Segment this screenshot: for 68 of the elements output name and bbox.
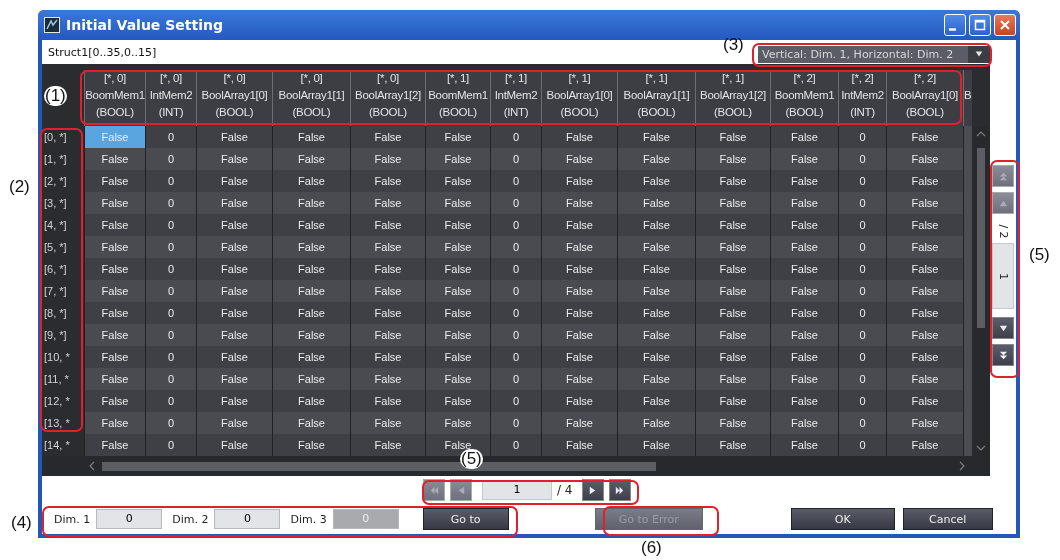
callout-number: (5)	[1028, 245, 1051, 265]
row-header: [1, *]	[42, 148, 84, 170]
row-header: [7, *]	[42, 280, 84, 302]
scroll-thumb[interactable]	[977, 148, 985, 328]
column-header: [*, 1] BoolArray1[0] (BOOL)	[541, 70, 617, 126]
maximize-icon	[974, 19, 986, 31]
row-header: [9, *]	[42, 324, 84, 346]
double-right-icon	[614, 484, 625, 496]
column-header: [*, 0] IntMem2 (INT)	[145, 70, 196, 126]
column-header: [*, 0] BoolArray1[1] (BOOL)	[272, 70, 350, 126]
input-field[interactable]: 0	[96, 509, 163, 529]
input-field[interactable]: 0	[214, 509, 281, 529]
column-header: [*, 1] BoolArray1[2] (BOOL)	[695, 70, 770, 126]
page-total: / 4	[557, 483, 573, 497]
row-header: [10, *	[42, 346, 84, 368]
last-page-button[interactable]	[992, 344, 1014, 366]
dropdown-arrow-icon	[974, 49, 984, 59]
minimize-button[interactable]	[944, 14, 966, 36]
column-header: [*, 2] IntMem2 (INT)	[838, 70, 886, 126]
column-header: [*, 1] BoolArray1[1] (BOOL)	[617, 70, 695, 126]
last-page-button[interactable]	[608, 479, 631, 501]
row-header: [5, *]	[42, 236, 84, 258]
column-header: [*, 1] BoomMem1 (BOOL)	[425, 70, 490, 126]
field-label: Dim. 2	[172, 512, 209, 526]
column-header: [*, 0] BoolArray1[0] (BOOL)	[196, 70, 272, 126]
callout-number: (2)	[8, 177, 31, 197]
cancel-button[interactable]: Cancel	[902, 508, 993, 530]
row-header: [2, *]	[42, 170, 84, 192]
page-field[interactable]: 1	[482, 480, 552, 500]
window-title: Initial Value Setting	[66, 17, 224, 33]
column-header: [*, 2] BoomMem1 (BOOL)	[770, 70, 838, 126]
table-cell	[963, 126, 972, 148]
vertical-scrollbar[interactable]	[972, 126, 990, 456]
row-header: [8, *]	[42, 302, 84, 324]
maximize-button[interactable]	[969, 14, 991, 36]
callout-number: (4)	[10, 513, 33, 533]
column-header: [*, 0] BoolArray1[2] (BOOL)	[350, 70, 425, 126]
row-header: [4, *]	[42, 214, 84, 236]
field-label: Dim. 3	[290, 512, 327, 526]
callout-number: (3)	[722, 35, 745, 55]
page-field[interactable]: 1	[992, 243, 1014, 309]
column-header: B	[963, 70, 972, 126]
variable-name: Struct1[0..35,0..15]	[47, 45, 157, 59]
ok-button[interactable]: OK	[790, 508, 895, 530]
row-header: [0, *]	[42, 126, 84, 148]
double-up-icon	[997, 170, 1009, 182]
right-icon	[587, 484, 598, 496]
go-to-button[interactable]: Go to	[422, 508, 509, 530]
next-page-button[interactable]	[992, 317, 1014, 339]
callout-number: (6)	[640, 538, 663, 558]
double-left-icon	[428, 484, 440, 496]
next-page-button[interactable]	[581, 479, 604, 501]
column-header: [*, 2] BoolArray1[0] (BOOL)	[886, 70, 963, 126]
field-label: Dim. 1	[54, 512, 91, 526]
close-icon	[999, 19, 1011, 31]
row-header: [12, *	[42, 390, 84, 412]
row-header: [6, *]	[42, 258, 84, 280]
row-header: [3, *]	[42, 192, 84, 214]
row-header: [14, *	[42, 434, 84, 456]
close-button[interactable]	[994, 14, 1016, 36]
column-header: [*, 0] BoomMem1 (BOOL)	[84, 70, 145, 126]
column-header: [*, 1] IntMem2 (INT)	[490, 70, 541, 126]
page-total: / 2	[996, 223, 1010, 239]
row-header: [11, *	[42, 368, 84, 390]
orientation-dropdown[interactable]: Vertical: Dim. 1, Horizontal: Dim. 2	[758, 45, 990, 63]
minimize-icon	[949, 27, 956, 31]
app-icon	[44, 17, 60, 33]
table-cell	[963, 434, 972, 456]
